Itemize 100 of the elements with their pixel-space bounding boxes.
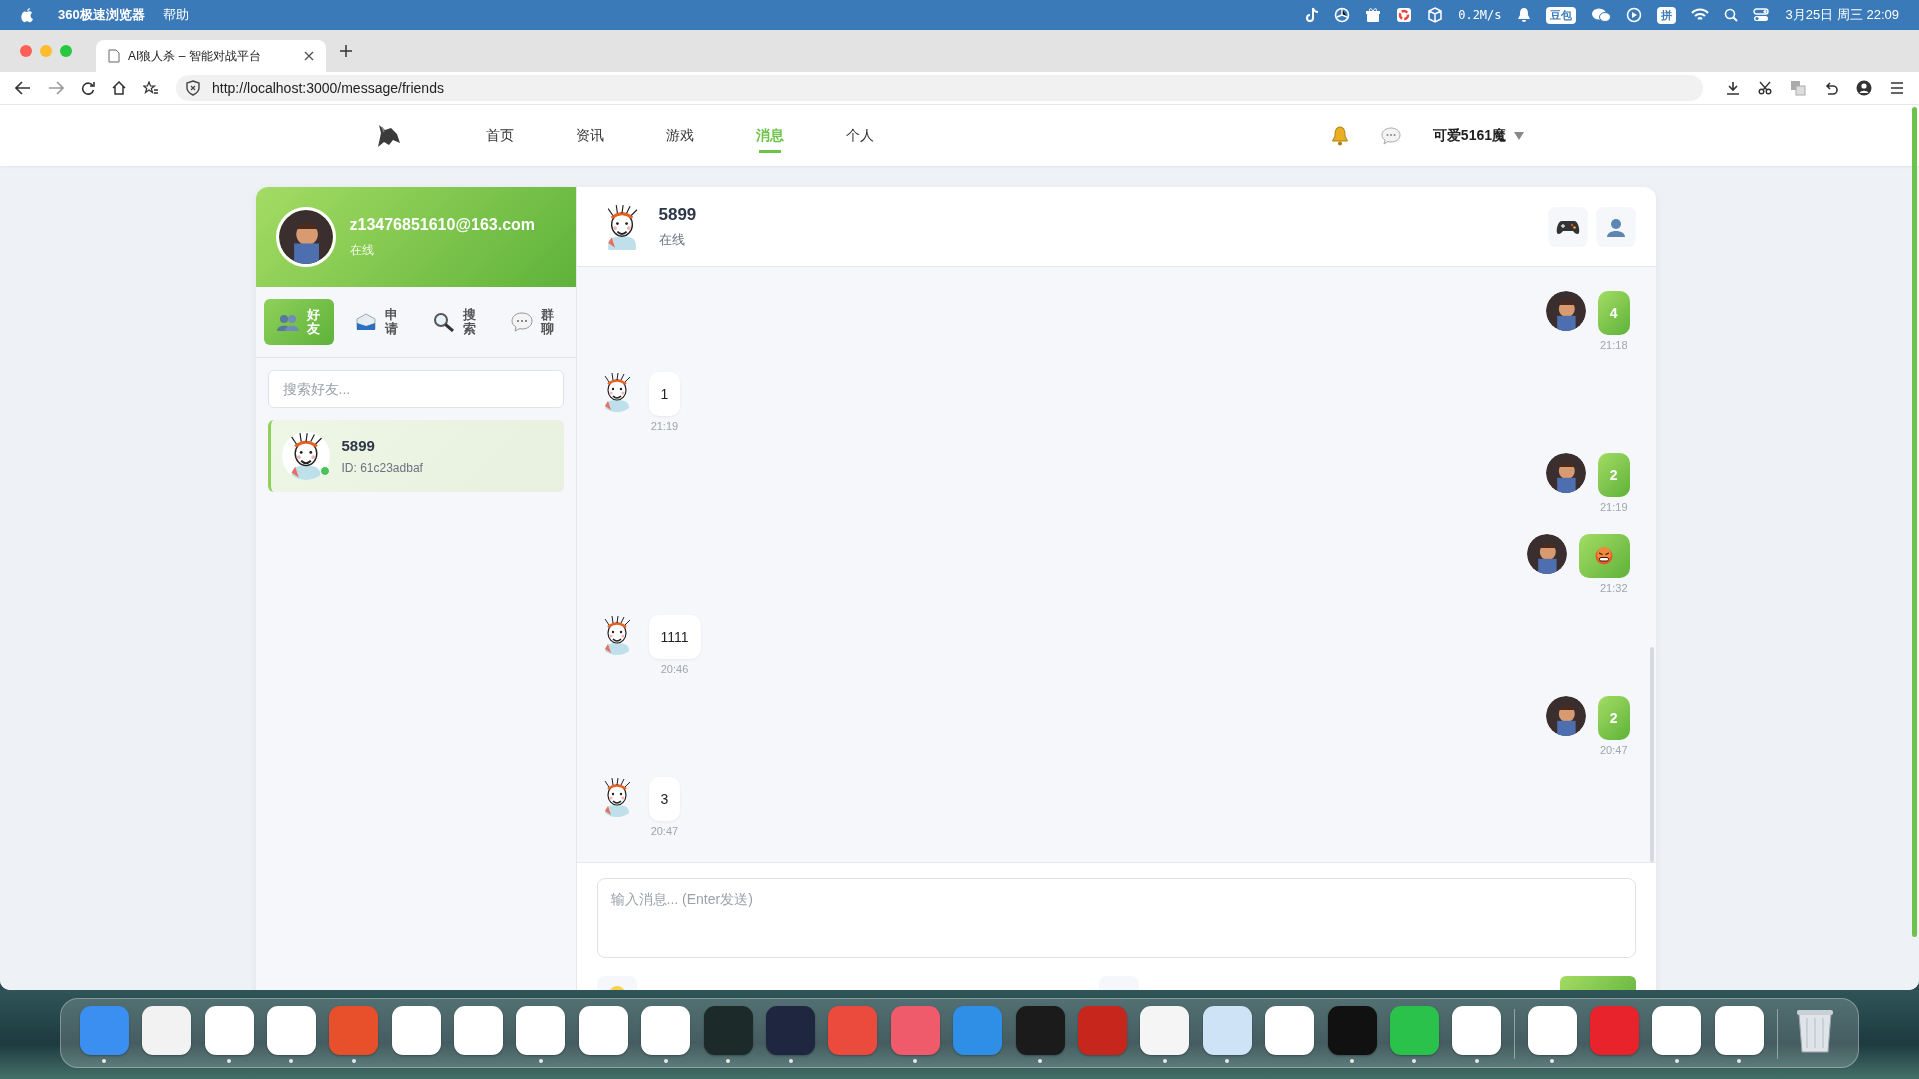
- gift-icon[interactable]: [1365, 7, 1382, 23]
- message-bubble: 4: [1597, 291, 1630, 335]
- app-icon[interactable]: [391, 1005, 441, 1055]
- cube-icon[interactable]: [1427, 7, 1444, 23]
- toggles-icon[interactable]: [1752, 8, 1769, 22]
- app-icon[interactable]: [1202, 1005, 1252, 1055]
- network-speed: 0.2M/s: [1458, 8, 1502, 22]
- app-icon[interactable]: [703, 1005, 753, 1055]
- bell-icon[interactable]: [1330, 125, 1349, 146]
- undo-icon[interactable]: [1824, 81, 1838, 95]
- message-bubble: 2: [1597, 453, 1630, 497]
- contact-status: 在线: [658, 230, 686, 249]
- note-icon[interactable]: [1305, 7, 1320, 23]
- app-icon[interactable]: [1652, 1005, 1702, 1055]
- angry-face-icon: [1595, 547, 1613, 565]
- nav-link[interactable]: 资讯: [545, 116, 635, 155]
- app-icon[interactable]: [1327, 1005, 1377, 1055]
- circle-icon[interactable]: [1334, 7, 1351, 23]
- menu-icon[interactable]: [1890, 82, 1904, 94]
- star-list-icon[interactable]: [143, 81, 159, 95]
- app-icon[interactable]: [1452, 1005, 1502, 1055]
- app-icon[interactable]: [266, 1005, 316, 1055]
- nav-link[interactable]: 游戏: [635, 116, 725, 155]
- app-icon[interactable]: [1265, 1005, 1315, 1055]
- status-badge[interactable]: 豆包: [1545, 6, 1576, 24]
- app-icon[interactable]: [578, 1005, 628, 1055]
- back-arrow-icon[interactable]: [15, 81, 31, 95]
- nav-link[interactable]: 首页: [455, 116, 545, 155]
- app-icon[interactable]: [204, 1005, 254, 1055]
- user-menu[interactable]: 可爱5161魔: [1432, 126, 1524, 145]
- avatar-icon: [1545, 696, 1586, 736]
- scissors-icon[interactable]: [1758, 81, 1772, 95]
- menu-item[interactable]: 帮助: [162, 6, 189, 24]
- apple-icon: [20, 7, 34, 23]
- game-button[interactable]: [1547, 206, 1588, 247]
- reload-icon[interactable]: [81, 81, 95, 95]
- app-icon[interactable]: [454, 1005, 504, 1055]
- panel-tab[interactable]: 群聊: [497, 299, 568, 345]
- download-icon[interactable]: [1726, 81, 1740, 95]
- gamepad-icon: [1555, 218, 1580, 235]
- profile-button[interactable]: [1595, 206, 1636, 247]
- caret-icon: [1514, 131, 1524, 140]
- message-input[interactable]: 输入消息... (Enter发送): [596, 878, 1636, 958]
- message-bubble: 1111: [648, 615, 701, 659]
- app-icon[interactable]: [1714, 1005, 1764, 1055]
- shield-icon: [186, 80, 200, 96]
- avatar-icon: [1526, 534, 1567, 574]
- panel-tab[interactable]: 申请: [341, 299, 412, 345]
- contact-name: 5899: [658, 204, 698, 225]
- clock[interactable]: 3月25日 周三 22:09: [1785, 6, 1899, 24]
- app-icon[interactable]: [766, 1005, 815, 1055]
- friend-name: 5899: [341, 437, 376, 454]
- envelope-tray-icon: [355, 313, 377, 331]
- browser-tab[interactable]: AI狼人杀 – 智能对战平台: [96, 40, 326, 72]
- wolf-logo-icon[interactable]: [375, 122, 401, 149]
- message-time: 20:46: [660, 663, 689, 675]
- status-badge[interactable]: 拼: [1656, 6, 1676, 24]
- forward-arrow-icon[interactable]: [48, 81, 64, 95]
- app-icon[interactable]: [641, 1005, 691, 1055]
- close-icon[interactable]: [304, 51, 314, 61]
- friend-id: ID: 61c23adbaf: [341, 461, 423, 475]
- friend-item[interactable]: 5899 ID: 61c23adbaf: [267, 420, 564, 492]
- message-time: 21:19: [650, 420, 679, 432]
- user-email: z13476851610@163.com: [349, 215, 536, 234]
- user-name: 可爱5161魔: [1432, 126, 1506, 145]
- magnifier-icon: [433, 312, 455, 332]
- app-icon[interactable]: [1140, 1005, 1190, 1055]
- color-square-icon[interactable]: [1396, 7, 1413, 23]
- account-icon[interactable]: [1856, 80, 1872, 96]
- plus-icon[interactable]: [340, 45, 352, 57]
- app-icon[interactable]: [1015, 1005, 1065, 1055]
- app-name: 360极速浏览器: [58, 6, 145, 24]
- avatar-icon: [1545, 453, 1586, 493]
- panel-tab[interactable]: 搜索: [419, 299, 490, 345]
- chat-bubbles-icon[interactable]: [1590, 7, 1611, 23]
- translate-icon[interactable]: [1790, 80, 1806, 96]
- app-icon[interactable]: [1527, 1005, 1577, 1055]
- person-icon: [1605, 216, 1626, 237]
- avatar-icon: [275, 207, 336, 267]
- people-icon: [277, 313, 299, 331]
- app-icon[interactable]: [1389, 1005, 1439, 1055]
- play-circle-icon[interactable]: [1625, 7, 1642, 23]
- scrollbar-thumb[interactable]: [1912, 107, 1917, 937]
- message-time: 20:47: [1599, 744, 1628, 756]
- message-time: 21:19: [1599, 501, 1628, 513]
- app-icon[interactable]: [516, 1005, 566, 1055]
- close-window-button[interactable]: [20, 45, 32, 57]
- wifi-icon[interactable]: [1690, 8, 1709, 22]
- app-icon[interactable]: [142, 1005, 192, 1055]
- message-bubble: 1: [648, 372, 681, 416]
- avatar-icon: [281, 432, 330, 480]
- home-icon[interactable]: [112, 81, 126, 95]
- search-icon[interactable]: [1723, 8, 1738, 22]
- address-field[interactable]: http://localhost:3000/message/friends: [176, 75, 1703, 101]
- bell-icon[interactable]: [1516, 7, 1531, 23]
- nav-link[interactable]: 个人: [815, 116, 905, 155]
- message-time: 20:47: [650, 825, 679, 837]
- scrollbar-thumb[interactable]: [1649, 647, 1654, 862]
- message-time: 21:32: [1599, 582, 1628, 594]
- search-field[interactable]: 搜索好友...: [267, 370, 564, 408]
